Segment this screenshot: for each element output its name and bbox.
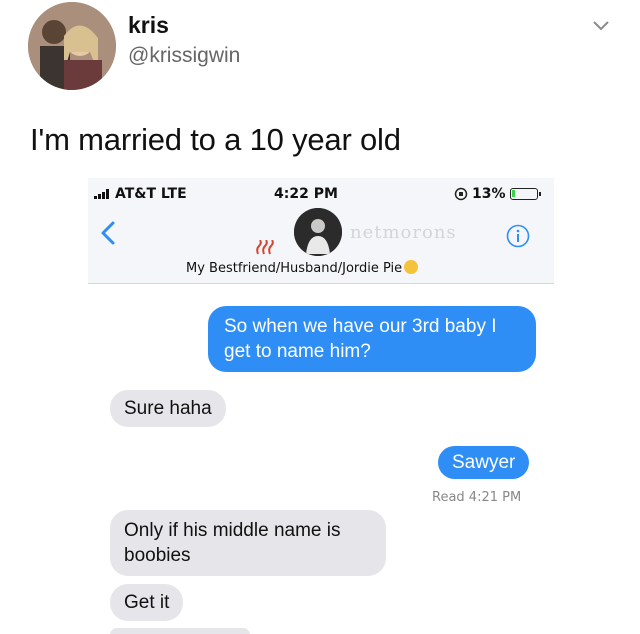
message-bubble-sent[interactable]: So when we have our 3rd baby I get to na… [208,306,536,372]
message-bubble-partial [110,628,250,634]
battery-percent: 13% [472,186,506,202]
rotation-lock-icon [454,187,468,201]
user-handle[interactable]: @krissigwin [128,44,240,68]
contact-name[interactable]: My Bestfriend/Husband/Jordie Pie [186,260,419,276]
avatar[interactable] [28,2,116,90]
tweet-text: I'm married to a 10 year old [30,122,401,157]
contact-avatar-photo [294,208,342,256]
message-bubble-sent[interactable]: Sawyer [438,446,530,479]
info-icon[interactable] [506,224,530,248]
display-name[interactable]: kris [128,12,169,39]
status-time: 4:22 PM [274,186,338,202]
carrier-status: AT&T LTE [94,186,187,202]
heart-eyes-emoji-icon [404,260,419,274]
hot-springs-icon [256,240,274,255]
signal-icon [94,189,109,199]
carrier-label: AT&T LTE [115,186,187,202]
avatar-photo [28,2,116,90]
conversation-header: AT&T LTE 4:22 PM 13% netmorons My Bestfr… [88,178,554,284]
watermark: netmorons [350,222,457,243]
battery-status: 13% [454,186,541,202]
message-bubble-received[interactable]: Only if his middle name is boobies [110,510,386,576]
contact-avatar[interactable] [294,208,342,256]
contact-name-label: My Bestfriend/Husband/Jordie Pie [186,261,403,276]
message-bubble-received[interactable]: Sure haha [110,390,226,427]
battery-icon [509,188,541,200]
chevron-left-icon[interactable] [100,220,116,246]
read-receipt: Read 4:21 PM [432,490,522,505]
message-screenshot: AT&T LTE 4:22 PM 13% netmorons My Bestfr… [88,178,554,634]
chevron-down-icon[interactable] [592,20,610,32]
message-bubble-received[interactable]: Get it [110,584,184,621]
